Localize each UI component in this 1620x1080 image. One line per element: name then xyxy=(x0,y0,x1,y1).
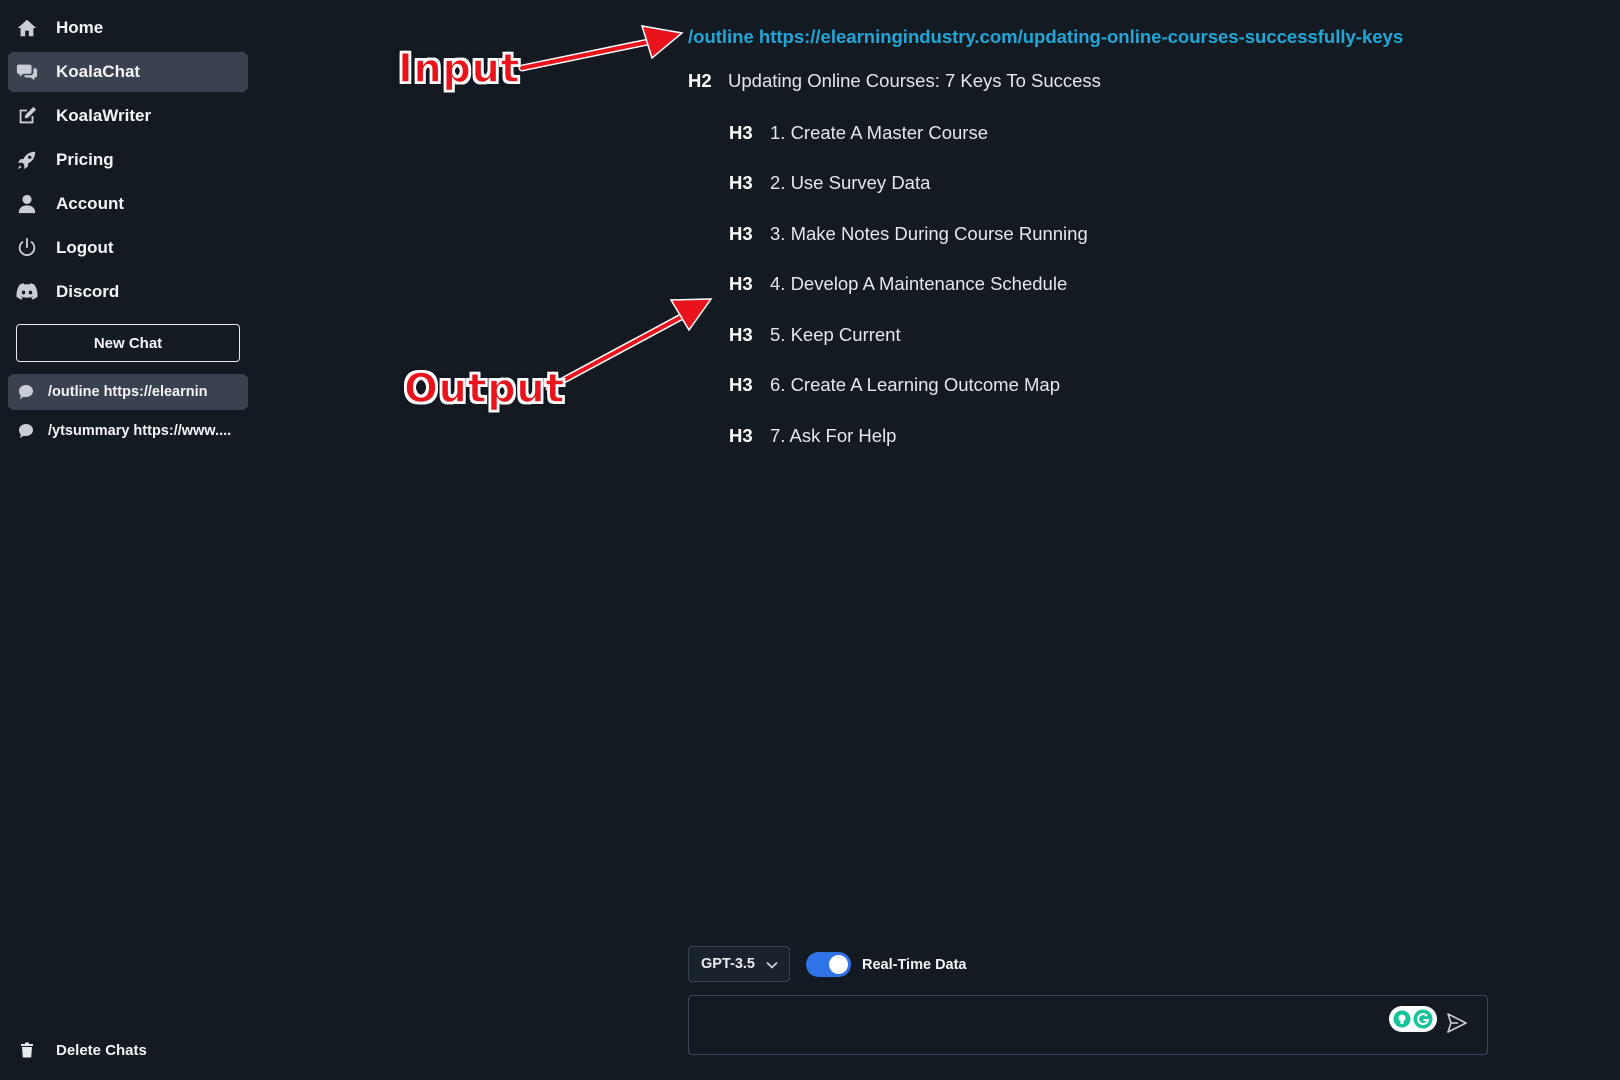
toggle-knob xyxy=(829,955,848,974)
input-arrow xyxy=(518,25,684,72)
model-select[interactable]: GPT-3.5 xyxy=(688,946,790,982)
grammarly-widget[interactable] xyxy=(1389,1006,1437,1032)
message-input[interactable] xyxy=(699,1004,1359,1046)
realtime-data-toggle[interactable] xyxy=(806,952,851,977)
model-select-value: GPT-3.5 xyxy=(701,956,755,972)
realtime-data-label: Real-Time Data xyxy=(862,957,967,973)
message-input-box xyxy=(688,995,1488,1055)
annotation-arrows xyxy=(518,25,713,392)
app-root: Home KoalaChat KoalaWriter Pricing Accou… xyxy=(0,0,1620,1080)
input-annotation-label: Input xyxy=(397,45,521,93)
chevron-down-icon xyxy=(765,958,779,972)
output-annotation-label: Output xyxy=(403,365,565,413)
output-arrow xyxy=(545,298,713,392)
send-icon[interactable] xyxy=(1445,1011,1469,1035)
lightbulb-icon xyxy=(1393,1010,1411,1028)
grammarly-icon xyxy=(1413,1009,1433,1029)
